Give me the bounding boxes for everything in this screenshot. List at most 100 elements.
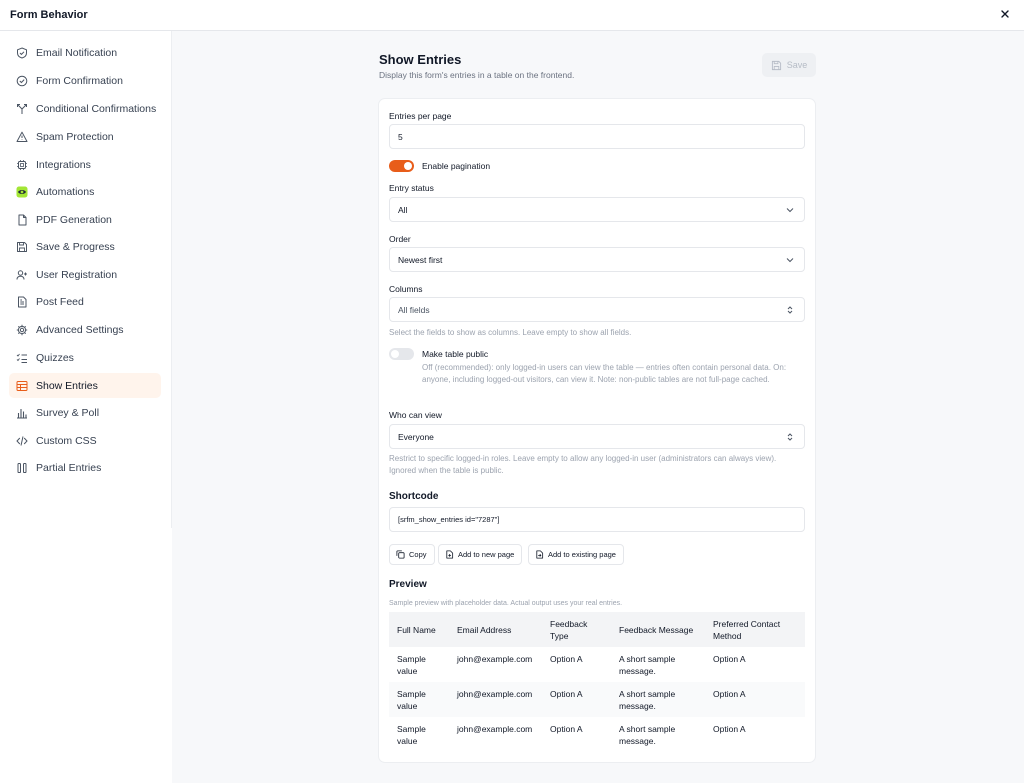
public-help: Off (recommended): only logged-in users … xyxy=(422,363,787,384)
table-header-cell: Feedback Type xyxy=(542,612,611,647)
columns-select[interactable]: All fields xyxy=(389,297,805,322)
sidebar-item-conditional-confirmations[interactable]: Conditional Confirmations xyxy=(9,96,161,121)
sidebar-item-show-entries[interactable]: Show Entries xyxy=(9,373,161,398)
preview-table: Full Name Email Address Feedback Type Fe… xyxy=(389,612,805,752)
sidebar-item-label: Conditional Confirmations xyxy=(36,102,157,115)
chip-icon xyxy=(16,159,28,171)
chevron-up-down-icon xyxy=(787,433,793,441)
sidebar-item-label: PDF Generation xyxy=(36,213,112,226)
entries-per-page-value: 5 xyxy=(398,131,403,142)
entries-per-page-input[interactable]: 5 xyxy=(389,124,805,149)
add-to-existing-page-button[interactable]: Add to existing page xyxy=(528,544,624,565)
table-cell: Option A xyxy=(550,654,583,664)
table-cell: Sample value xyxy=(389,682,449,717)
sidebar-item-label: Advanced Settings xyxy=(36,323,124,336)
add-to-new-page-button[interactable]: Add to new page xyxy=(438,544,523,565)
sidebar-item-custom-css[interactable]: Custom CSS xyxy=(9,428,161,453)
sidebar-item-label: Partial Entries xyxy=(36,461,102,474)
public-label: Make table public xyxy=(422,349,489,359)
floppy-disk-icon xyxy=(771,60,781,70)
file-plus-icon xyxy=(446,550,454,559)
entries-per-page-label: Entries per page xyxy=(389,111,452,121)
sidebar-item-label: Form Confirmation xyxy=(36,74,123,87)
save-button[interactable]: Save xyxy=(762,53,816,77)
columns-value: All fields xyxy=(398,304,430,315)
main-content: Show Entries Display this form's entries… xyxy=(172,31,1024,783)
sidebar-item-quizzes[interactable]: Quizzes xyxy=(9,345,161,370)
check-circle-icon xyxy=(16,75,28,87)
table-header-cell: Preferred Contact Method xyxy=(705,612,805,647)
sidebar-item-label: Automations xyxy=(36,185,95,198)
sidebar-item-label: Spam Protection xyxy=(36,130,114,143)
warning-triangle-icon xyxy=(16,131,28,143)
table-cell: A short sample message. xyxy=(619,724,676,746)
sidebar-item-spam-protection[interactable]: Spam Protection xyxy=(9,124,161,149)
table-icon xyxy=(16,380,28,392)
order-value: Newest first xyxy=(398,254,443,265)
sidebar-item-user-registration[interactable]: User Registration xyxy=(9,262,161,287)
sidebar-item-automations[interactable]: Automations xyxy=(9,179,161,204)
sidebar-item-integrations[interactable]: Integrations xyxy=(9,152,161,177)
table-header-cell: Feedback Message xyxy=(611,612,705,647)
shortcode-label: Shortcode xyxy=(389,491,439,502)
sidebar-item-label: Show Entries xyxy=(36,379,98,392)
window-title: Form Behavior xyxy=(10,9,88,21)
floppy-disk-icon xyxy=(16,241,28,253)
sidebar-item-pdf-generation[interactable]: PDF Generation xyxy=(9,207,161,232)
chevron-down-icon xyxy=(786,258,794,263)
sidebar-item-survey-poll[interactable]: Survey & Poll xyxy=(9,400,161,425)
sidebar-item-label: Custom CSS xyxy=(36,434,97,447)
shortcode-value: [srfm_show_entries id="7287"] xyxy=(398,515,500,524)
table-cell: Option A xyxy=(705,682,805,717)
window-titlebar: Form Behavior xyxy=(0,0,1024,31)
sidebar-item-label: Save & Progress xyxy=(36,240,115,253)
sidebar-item-email-notification[interactable]: Email Notification xyxy=(9,40,161,65)
sidebar-item-post-feed[interactable]: Post Feed xyxy=(9,289,161,314)
table-cell: john@example.com xyxy=(457,654,533,664)
chevron-down-icon xyxy=(786,208,794,213)
copy-button[interactable]: Copy xyxy=(389,544,435,565)
sidebar-item-label: Post Feed xyxy=(36,295,84,308)
who-can-view-select[interactable]: Everyone xyxy=(389,424,805,449)
page-subtitle: Display this form's entries in a table o… xyxy=(379,70,575,80)
preview-title: Preview xyxy=(389,579,427,590)
save-button-label: Save xyxy=(786,60,808,70)
shortcode-input[interactable]: [srfm_show_entries id="7287"] xyxy=(389,507,805,532)
sidebar-item-label: Survey & Poll xyxy=(36,406,100,419)
table-cell: john@example.com xyxy=(457,724,533,734)
sidebar-item-form-confirmation[interactable]: Form Confirmation xyxy=(9,68,161,93)
table-cell: Sample value xyxy=(397,724,426,746)
sidebar-item-partial-entries[interactable]: Partial Entries xyxy=(9,455,161,480)
sidebar-item-label: Quizzes xyxy=(36,351,74,364)
add-to-existing-page-label: Add to existing page xyxy=(548,550,616,559)
order-select[interactable]: Newest first xyxy=(389,247,805,272)
copy-button-label: Copy xyxy=(409,550,427,559)
preview-note: Sample preview with placeholder data. Ac… xyxy=(389,600,623,607)
user-plus-icon xyxy=(16,269,28,281)
columns-help: Select the fields to show as columns. Le… xyxy=(389,328,632,337)
order-label: Order xyxy=(389,234,411,244)
close-icon[interactable] xyxy=(998,7,1012,21)
who-can-view-value: Everyone xyxy=(398,431,434,442)
sidebar-item-save-progress[interactable]: Save & Progress xyxy=(9,234,161,259)
copy-icon xyxy=(396,550,405,559)
public-toggle[interactable] xyxy=(389,348,414,360)
table-header-row: Full Name Email Address Feedback Type Fe… xyxy=(389,612,805,647)
shield-check-icon xyxy=(16,46,28,59)
table-cell: Option A xyxy=(713,724,746,734)
table-cell: Option A xyxy=(550,724,583,734)
table-cell: Option A xyxy=(713,654,746,664)
file-insert-icon xyxy=(536,550,544,559)
file-text-icon xyxy=(16,296,28,308)
sidebar-item-advanced-settings[interactable]: Advanced Settings xyxy=(9,317,161,342)
columns-icon xyxy=(16,462,28,474)
pagination-toggle[interactable] xyxy=(389,160,414,172)
entry-status-select[interactable]: All xyxy=(389,197,805,222)
automation-eye-icon xyxy=(16,186,28,198)
chevron-up-down-icon xyxy=(787,306,793,314)
page-title: Show Entries xyxy=(379,52,462,67)
settings-card: Entries per page 5 Enable pagination Ent… xyxy=(378,98,816,763)
list-check-icon xyxy=(16,352,28,364)
split-arrow-icon xyxy=(16,103,28,115)
table-row: Sample value john@example.com Option A A… xyxy=(389,647,805,682)
